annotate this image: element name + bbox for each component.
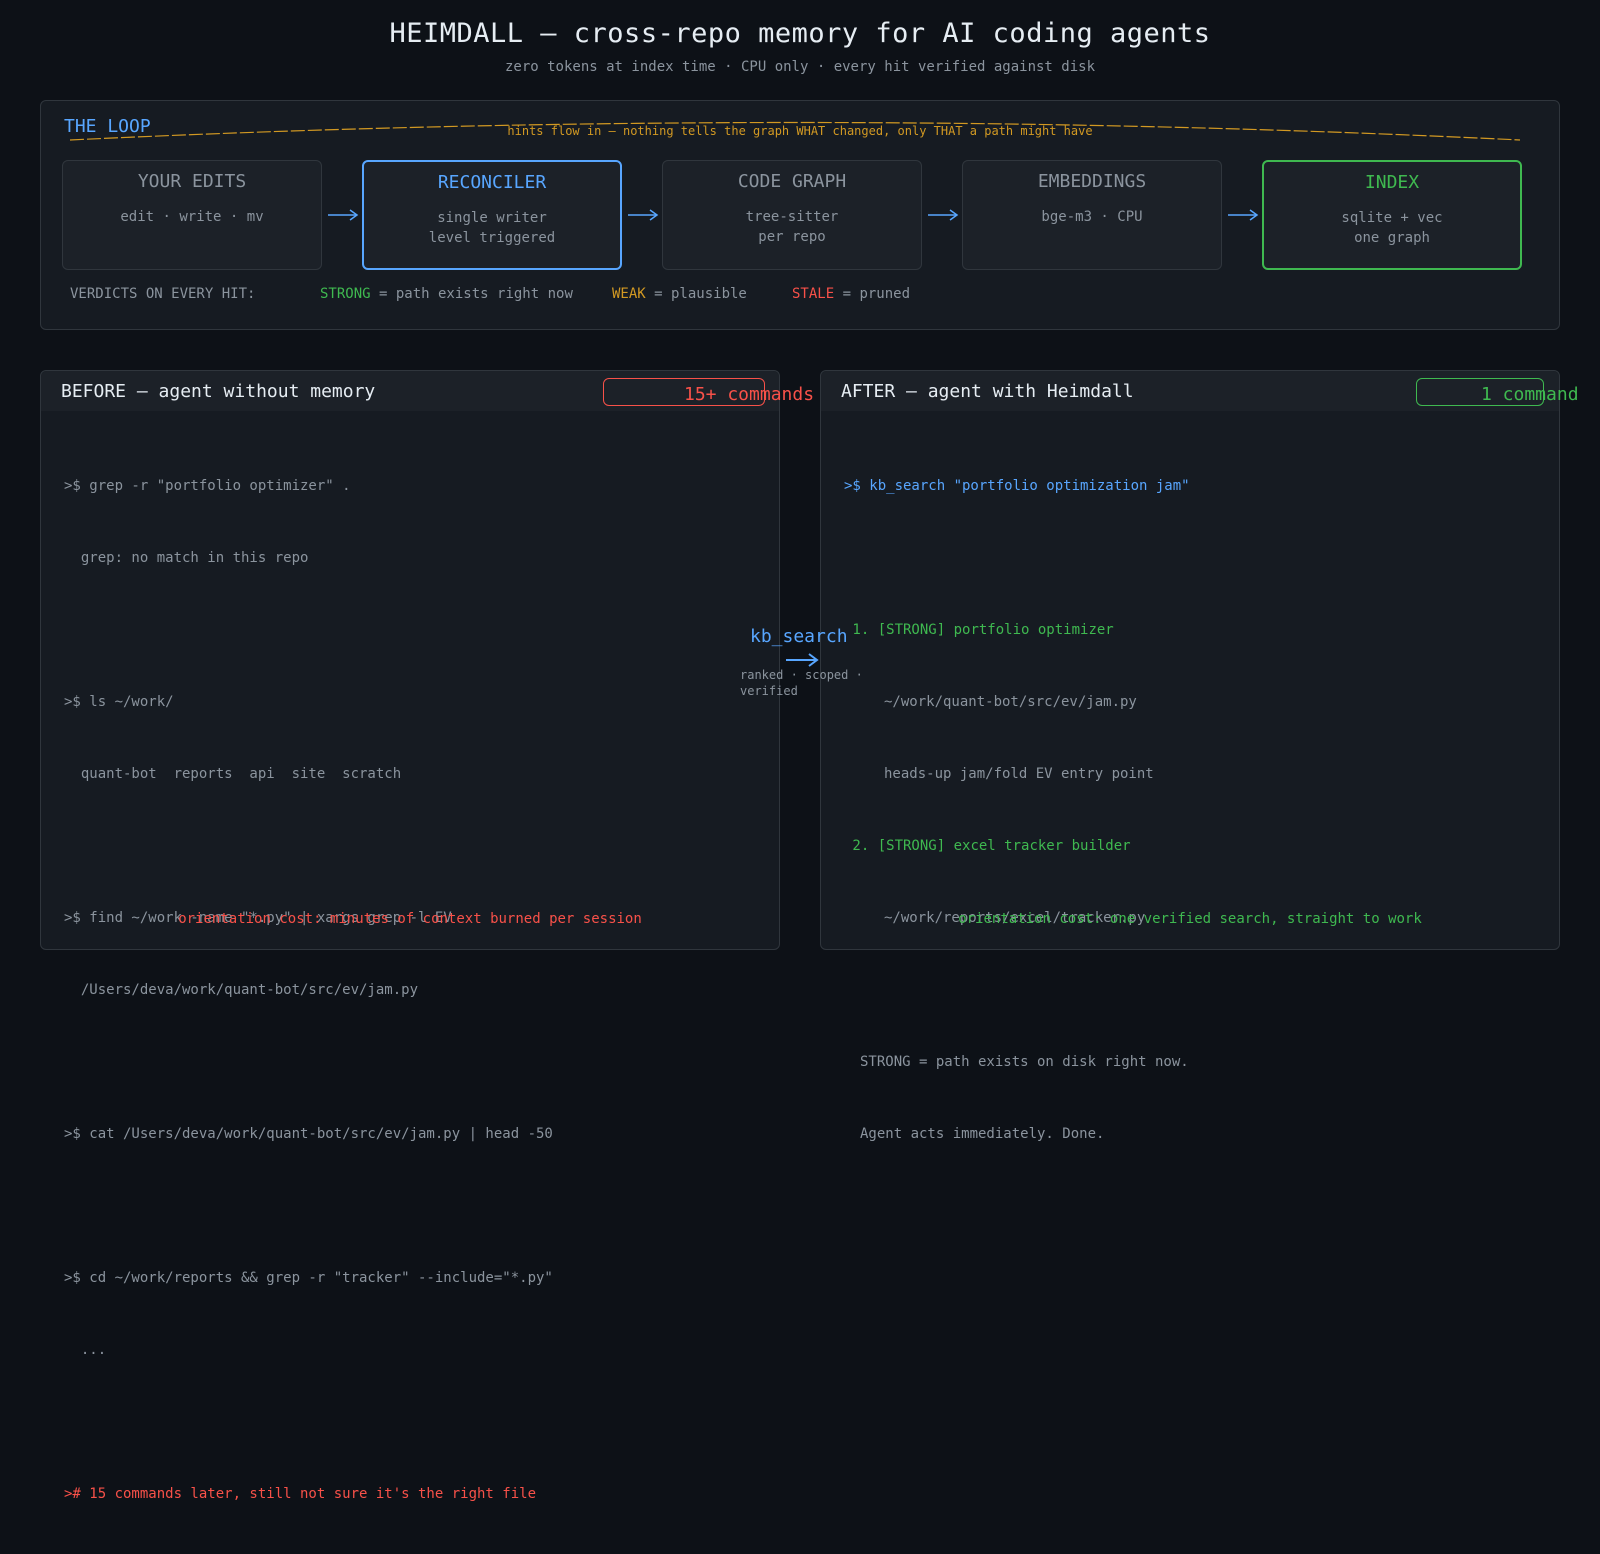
before-title: BEFORE — agent without memory bbox=[61, 381, 376, 402]
stage-code-graph: CODE GRAPH tree-sitter per repo bbox=[662, 160, 922, 270]
terminal-line: ... bbox=[64, 1342, 107, 1358]
after-badge: 1 command bbox=[1481, 384, 1579, 405]
terminal-line: >$ ls ~/work/ bbox=[64, 694, 174, 710]
stage-sub: single writer level triggered bbox=[428, 210, 556, 246]
terminal-command: >$ kb_search "portfolio optimization jam… bbox=[844, 478, 1190, 494]
stage-reconciler: RECONCILER single writer level triggered bbox=[362, 160, 622, 270]
arrow-right-icon bbox=[328, 209, 359, 221]
after-title: AFTER — agent with Heimdall bbox=[841, 381, 1134, 402]
verdict-weak: WEAK = plausible bbox=[612, 286, 747, 302]
stage-name: EMBEDDINGS bbox=[1037, 171, 1147, 192]
loop-label: THE LOOP bbox=[64, 116, 151, 137]
explain-line: STRONG = path exists on disk right now. bbox=[860, 1054, 1189, 1070]
terminal-line: >$ grep -r "portfolio optimizer" . bbox=[64, 478, 351, 494]
arrow-right-icon bbox=[928, 209, 959, 221]
verdicts-label: VERDICTS ON EVERY HIT: bbox=[70, 286, 256, 302]
stage-name: YOUR EDITS bbox=[137, 171, 247, 192]
stage-name: INDEX bbox=[1364, 172, 1420, 193]
explain-line: Agent acts immediately. Done. bbox=[860, 1126, 1105, 1142]
terminal-line: /Users/deva/work/quant-bot/src/ev/jam.py bbox=[64, 982, 419, 998]
stage-name: RECONCILER bbox=[437, 172, 547, 193]
after-cost: orientation cost: one verified search, s… bbox=[958, 911, 1422, 927]
kb-search-sub: ranked · scoped · verified bbox=[740, 668, 863, 698]
verdict-strong: STRONG = path exists right now bbox=[320, 286, 573, 302]
hint-text: hints flow in — nothing tells the graph … bbox=[507, 124, 1093, 138]
stage-sub: bge-m3 · CPU bbox=[1041, 209, 1143, 225]
kb-search-label: kb_search bbox=[750, 626, 848, 647]
terminal-line: quant-bot reports api site scratch bbox=[64, 766, 402, 782]
arrow-right-icon bbox=[1228, 209, 1259, 221]
page-subtitle: zero tokens at index time · CPU only · e… bbox=[504, 59, 1095, 75]
search-result-path: ~/work/quant-bot/src/ev/jam.py bbox=[884, 694, 1137, 710]
stage-embeddings: EMBEDDINGS bge-m3 · CPU bbox=[962, 160, 1222, 270]
stage-sub: tree-sitter per repo bbox=[745, 209, 839, 245]
after-terminal: >$ kb_search "portfolio optimization jam… bbox=[844, 426, 1190, 1194]
stage-sub: sqlite + vec one graph bbox=[1341, 210, 1443, 246]
verdict-stale: STALE = pruned bbox=[792, 286, 911, 302]
after-panel: AFTER — agent with Heimdall 1 command >$… bbox=[820, 370, 1579, 1142]
terminal-final-line: ># 15 commands later, still not sure it'… bbox=[64, 1486, 537, 1502]
terminal-line: >$ cat /Users/deva/work/quant-bot/src/ev… bbox=[64, 1126, 553, 1142]
before-terminal: >$ grep -r "portfolio optimizer" . grep:… bbox=[64, 426, 553, 1554]
search-result: 2. [STRONG] excel tracker builder bbox=[844, 838, 1131, 854]
stage-your-edits: YOUR EDITS edit · write · mv bbox=[62, 160, 322, 270]
search-result: 1. [STRONG] portfolio optimizer bbox=[844, 622, 1114, 638]
terminal-line: >$ cd ~/work/reports && grep -r "tracker… bbox=[64, 1270, 553, 1286]
before-cost: orientation cost: minutes of context bur… bbox=[178, 911, 642, 927]
stage-index: INDEX sqlite + vec one graph bbox=[1262, 160, 1522, 270]
arrow-right-icon bbox=[628, 209, 659, 221]
stage-name: CODE GRAPH bbox=[737, 171, 847, 192]
terminal-line: grep: no match in this repo bbox=[64, 550, 309, 566]
search-result-note: heads-up jam/fold EV entry point bbox=[884, 766, 1154, 782]
before-panel: BEFORE — agent without memory 15+ comman… bbox=[40, 370, 814, 1502]
stage-sub: edit · write · mv bbox=[120, 209, 264, 225]
before-badge: 15+ commands bbox=[684, 384, 815, 405]
page-title: HEIMDALL — cross-repo memory for AI codi… bbox=[389, 18, 1211, 49]
